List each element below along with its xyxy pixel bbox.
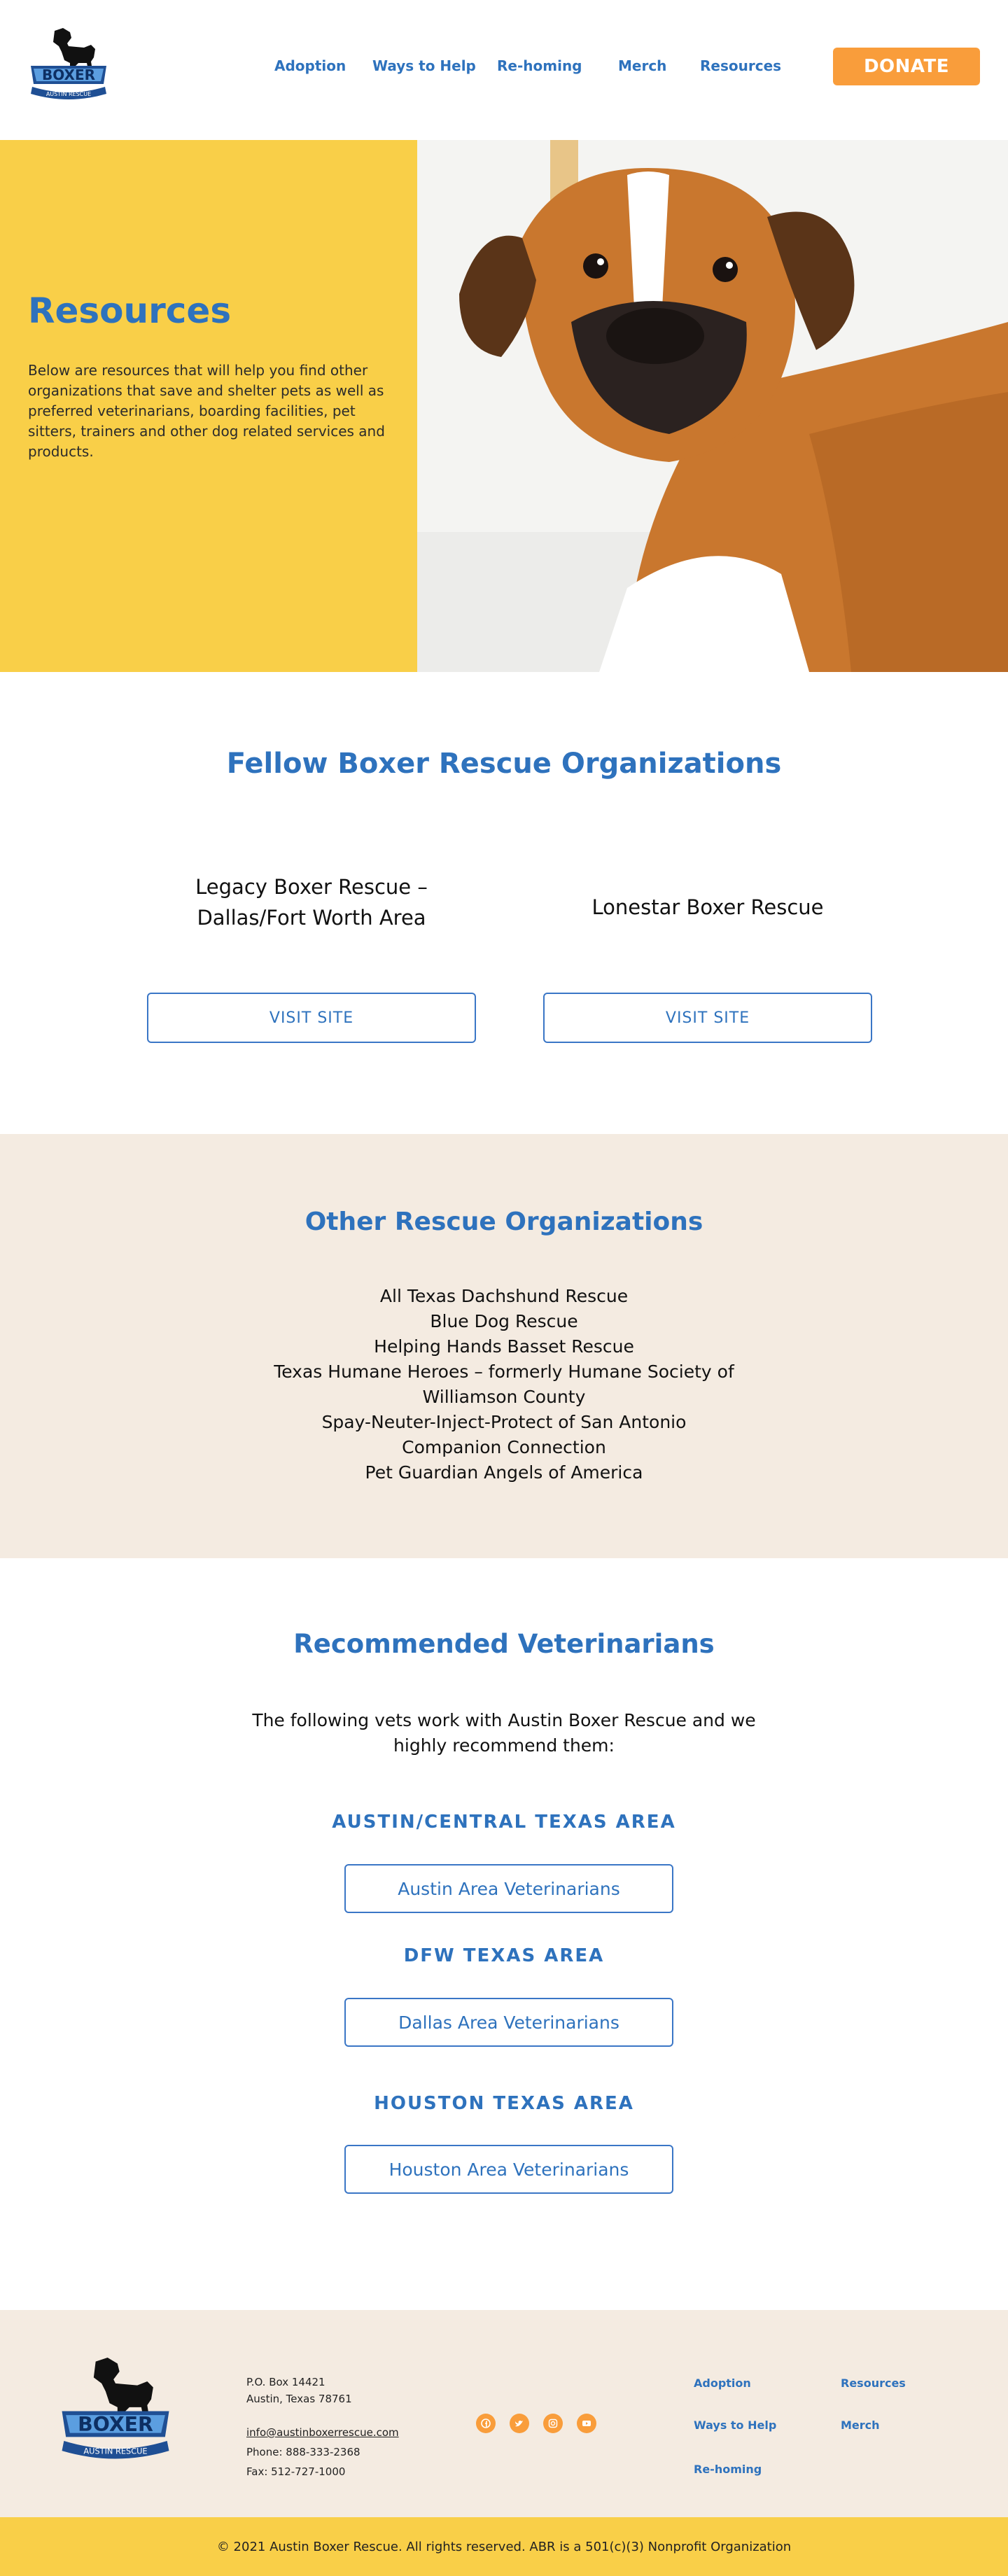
footer-link-resources[interactable]: Resources [841,2376,906,2390]
nav-adoption[interactable]: Adoption [274,57,346,74]
logo-subtext: AUSTIN RESCUE [83,2446,147,2456]
visit-site-lonestar-button[interactable]: VISIT SITE [543,993,872,1043]
other-section-title: Other Rescue Organizations [304,1208,704,1236]
instagram-icon[interactable] [543,2414,563,2433]
area-heading-houston: HOUSTON TEXAS AREA [374,2093,634,2114]
footer-logo[interactable]: BOXER AUSTIN RESCUE [56,2353,175,2469]
hero-description: Below are resources that will help you f… [28,362,385,460]
donate-button[interactable]: DONATE [833,48,980,85]
area-heading-dfw: DFW TEXAS AREA [403,1945,605,1966]
logo-subtext: AUSTIN RESCUE [46,91,91,97]
list-item: Companion Connection [402,1437,606,1457]
twitter-icon[interactable] [510,2414,529,2433]
area-heading-austin: AUSTIN/CENTRAL TEXAS AREA [332,1812,676,1833]
copyright-bar: © 2021 Austin Boxer Rescue. All rights r… [0,2517,1008,2576]
list-item: Texas Humane Heroes – formerly Humane So… [274,1362,734,1407]
nav-ways-to-help[interactable]: Ways to Help [372,57,476,74]
logo-text: BOXER [78,2413,153,2436]
footer-link-merch[interactable]: Merch [841,2418,880,2432]
site-header: BOXER AUSTIN RESCUE Adoption Ways to Hel… [0,0,1008,140]
copyright-text: © 2021 Austin Boxer Rescue. All rights r… [216,2539,792,2554]
houston-vets-button[interactable]: Houston Area Veterinarians [344,2145,673,2194]
dallas-vets-button[interactable]: Dallas Area Veterinarians [344,1998,673,2047]
footer-email-link[interactable]: info@austinboxerrescue.com [246,2426,399,2439]
youtube-icon[interactable] [577,2414,596,2433]
list-item: Spay-Neuter-Inject-Protect of San Antoni… [321,1412,687,1432]
list-item: Blue Dog Rescue [430,1311,578,1331]
vets-intro-text: The following vets work with Austin Boxe… [252,1710,756,1756]
hero-dog-photo [417,140,1008,672]
footer-contact: P.O. Box 14421 Austin, Texas 78761 info@… [246,2372,399,2482]
footer-fax: Fax: 512-727-1000 [246,2465,346,2478]
nav-merch[interactable]: Merch [618,57,666,74]
list-item: Pet Guardian Angels of America [365,1462,643,1483]
boxer-dog-logo-icon: BOXER AUSTIN RESCUE [62,2358,169,2459]
list-item: Helping Hands Basset Rescue [374,1336,634,1357]
footer-address-line2: Austin, Texas 78761 [246,2393,352,2405]
facebook-icon[interactable] [476,2414,496,2433]
footer-phone: Phone: 888-333-2368 [246,2446,360,2458]
list-item: All Texas Dachshund Rescue [379,1286,629,1306]
org-name-legacy: Legacy Boxer Rescue – Dallas/Fort Worth … [195,875,428,930]
footer-link-adoption[interactable]: Adoption [694,2376,751,2390]
footer-link-re-homing[interactable]: Re-homing [694,2463,762,2476]
footer-link-ways-to-help[interactable]: Ways to Help [694,2418,776,2432]
hero-text-panel: Resources Below are resources that will … [0,140,417,672]
other-rescue-list: All Texas Dachshund Rescue Blue Dog Resc… [259,1284,749,1485]
hero-section: Resources Below are resources that will … [0,140,1008,672]
nav-re-homing[interactable]: Re-homing [497,57,582,74]
page-title: Resources [28,290,232,331]
visit-site-legacy-button[interactable]: VISIT SITE [147,993,476,1043]
nav-resources[interactable]: Resources [700,57,781,74]
fellow-section-title: Fellow Boxer Rescue Organizations [226,748,782,780]
vets-section-title: Recommended Veterinarians [293,1629,715,1659]
org-name-lonestar: Lonestar Boxer Rescue [592,895,824,919]
austin-vets-button[interactable]: Austin Area Veterinarians [344,1864,673,1913]
boxer-dog-photo-icon [417,140,1008,672]
